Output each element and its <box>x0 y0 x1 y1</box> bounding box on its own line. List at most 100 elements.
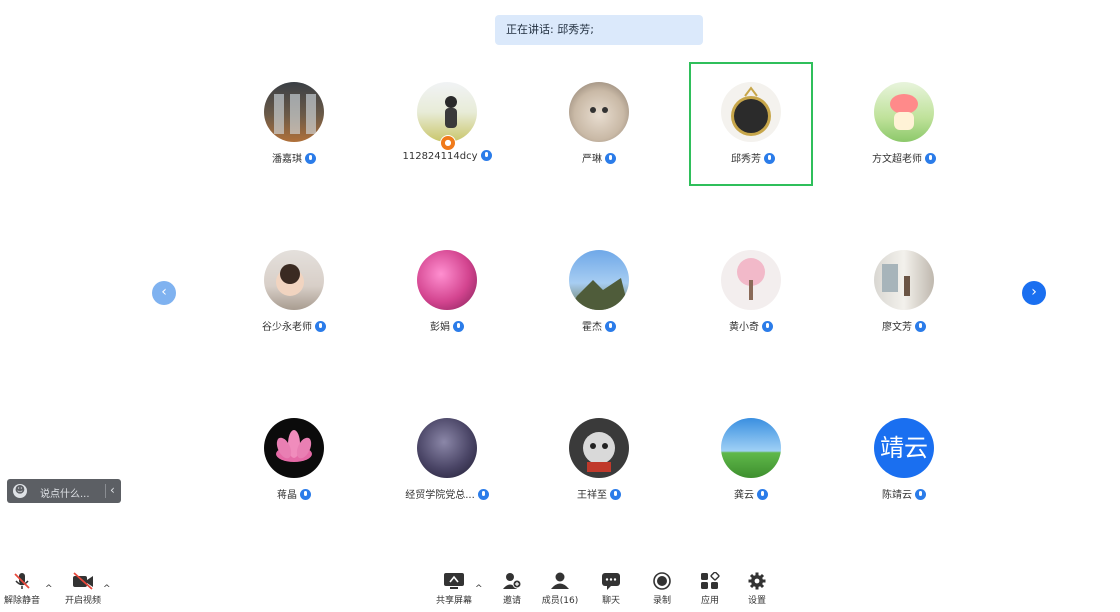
avatar <box>721 418 781 478</box>
participant-name-row: 经贸学院党总... <box>385 486 509 501</box>
avatar <box>721 82 781 142</box>
video-options-caret[interactable]: ^ <box>103 584 111 594</box>
mic-muted-icon <box>14 573 30 589</box>
avatar <box>417 82 477 142</box>
participant-grid: 潘嘉琪 ● 112824114dcy 严琳 邱秀芳 方文超老师 谷少永老师 彭娟 <box>0 0 1120 560</box>
participant-name-row: 王祥至 <box>537 486 661 501</box>
chat-label: 聊天 <box>601 596 620 606</box>
avatar: 靖云 <box>874 418 934 478</box>
mic-icon <box>764 153 775 164</box>
settings-label: 设置 <box>747 596 766 606</box>
avatar <box>417 250 477 310</box>
record-label: 录制 <box>652 596 671 606</box>
participant-tile[interactable]: 方文超老师 <box>842 62 966 186</box>
chat-button[interactable]: 聊天 <box>587 572 635 606</box>
participant-tile[interactable]: 经贸学院党总... <box>385 398 509 522</box>
participant-tile[interactable]: 龚云 <box>689 398 813 522</box>
tree-photo-icon <box>569 278 629 310</box>
mic-icon <box>915 489 926 500</box>
participant-tile[interactable]: 彭娟 <box>385 230 509 354</box>
participant-name-row: 彭娟 <box>385 318 509 333</box>
mic-icon <box>610 489 621 500</box>
cartoon-photo-icon <box>890 94 918 130</box>
start-video-label: 开启视频 <box>64 596 101 606</box>
participant-tile[interactable]: 蒋晶 <box>232 398 356 522</box>
mic-icon <box>315 321 326 332</box>
unmute-label: 解除静音 <box>3 596 40 606</box>
smile-icon[interactable]: ☻ <box>13 484 27 498</box>
participant-name-row: 陈靖云 <box>842 486 966 501</box>
share-options-caret[interactable]: ^ <box>475 584 483 594</box>
invite-button[interactable]: 邀请 <box>488 572 536 606</box>
prev-page-button[interactable]: ‹ <box>152 281 176 305</box>
mic-icon <box>300 489 311 500</box>
apps-icon <box>701 572 720 589</box>
mic-icon <box>757 489 768 500</box>
participant-name-row: 廖文芳 <box>842 318 966 333</box>
start-video-button[interactable]: 开启视频 <box>59 572 107 606</box>
add-user-icon <box>503 573 522 589</box>
participant-name: 严琳 <box>582 154 602 165</box>
participant-name: 潘嘉琪 <box>272 154 302 165</box>
apps-label: 应用 <box>700 596 719 606</box>
participant-name-row: 方文超老师 <box>842 150 966 165</box>
mic-icon <box>453 321 464 332</box>
next-page-button[interactable]: › <box>1022 281 1046 305</box>
mic-icon <box>605 153 616 164</box>
members-label: 成员(16) <box>541 596 579 606</box>
lotus-photo-icon <box>276 430 312 462</box>
participant-name-row: 黄小奇 <box>689 318 813 333</box>
kitten-photo-icon <box>590 107 608 113</box>
avatar <box>874 250 934 310</box>
gear-icon <box>748 572 766 590</box>
share-screen-button[interactable]: 共享屏幕 <box>430 572 478 606</box>
baby-photo-icon <box>276 264 304 296</box>
avatar <box>569 418 629 478</box>
participant-name-row: 蒋晶 <box>232 486 356 501</box>
chat-placeholder: 说点什么... <box>40 489 90 500</box>
avatar <box>569 82 629 142</box>
participant-tile[interactable]: 王祥至 <box>537 398 661 522</box>
participant-name: 蒋晶 <box>277 490 297 501</box>
record-button[interactable]: 录制 <box>638 572 686 606</box>
participant-tile[interactable]: 潘嘉琪 <box>232 62 356 186</box>
avatar <box>417 418 477 478</box>
mic-icon <box>480 150 492 161</box>
cherry-blossom-icon <box>737 258 765 300</box>
participant-name: 霍杰 <box>582 322 602 333</box>
members-button[interactable]: 成员(16) <box>536 572 584 606</box>
avatar <box>264 82 324 142</box>
mic-icon <box>925 153 936 164</box>
invite-label: 邀请 <box>502 596 521 606</box>
chevron-left-icon[interactable]: ‹ <box>110 483 115 497</box>
mic-icon <box>605 321 616 332</box>
participant-name: 龚云 <box>734 490 754 501</box>
host-icon: ● <box>440 135 456 151</box>
participant-name: 廖文芳 <box>882 322 912 333</box>
participant-tile-active[interactable]: 邱秀芳 <box>689 62 813 186</box>
avatar <box>264 418 324 478</box>
participant-tile[interactable]: ● 112824114dcy <box>385 62 509 186</box>
participant-tile[interactable]: 廖文芳 <box>842 230 966 354</box>
share-screen-label: 共享屏幕 <box>435 596 472 606</box>
unmute-button[interactable]: 解除静音 <box>0 572 46 606</box>
participant-name: 彭娟 <box>430 322 450 333</box>
participant-tile[interactable]: 霍杰 <box>537 230 661 354</box>
avatar <box>721 250 781 310</box>
audio-options-caret[interactable]: ^ <box>45 584 53 594</box>
ornament-photo-icon <box>731 86 771 136</box>
apps-button[interactable]: 应用 <box>686 572 734 606</box>
participant-name-row: 龚云 <box>689 486 813 501</box>
chat-icon <box>602 573 620 590</box>
settings-button[interactable]: 设置 <box>733 572 781 606</box>
participant-name: 谷少永老师 <box>262 322 312 333</box>
participant-name-row: 谷少永老师 <box>232 318 356 333</box>
chat-quick-input[interactable]: ☻ 说点什么... ‹ <box>7 479 121 503</box>
participant-name-row: 霍杰 <box>537 318 661 333</box>
participant-tile[interactable]: 靖云 陈靖云 <box>842 398 966 522</box>
participant-tile[interactable]: 黄小奇 <box>689 230 813 354</box>
participant-tile[interactable]: 严琳 <box>537 62 661 186</box>
participant-name-row: 邱秀芳 <box>691 150 815 165</box>
participant-tile[interactable]: 谷少永老师 <box>232 230 356 354</box>
participant-name: 方文超老师 <box>872 154 922 165</box>
